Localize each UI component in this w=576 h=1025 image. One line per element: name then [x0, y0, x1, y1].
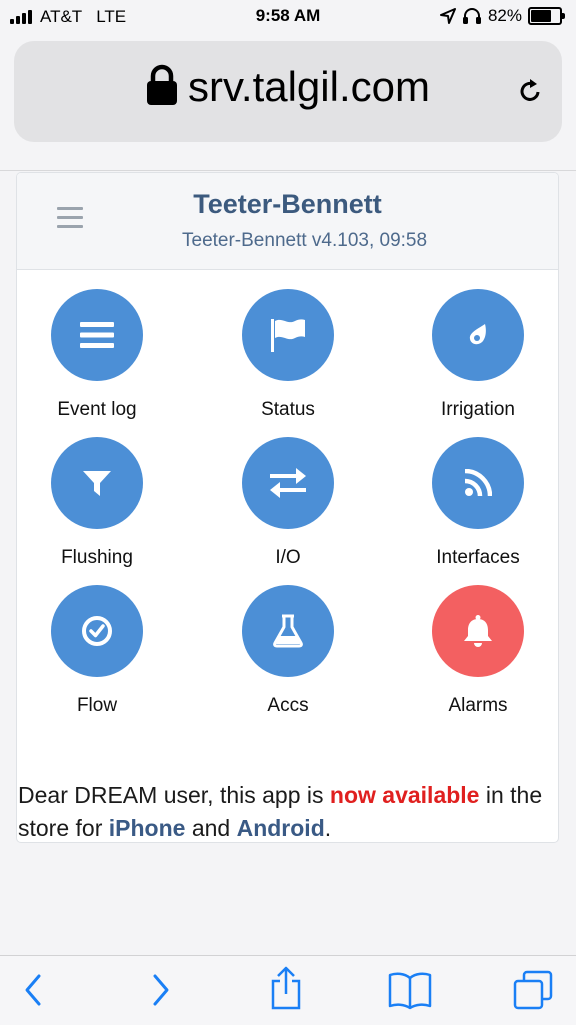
tile-accs[interactable]: Accs: [203, 585, 373, 717]
rss-icon: [464, 469, 492, 497]
card-header: Teeter-Bennett Teeter-Bennett v4.103, 09…: [17, 173, 558, 270]
alarms-button[interactable]: [432, 585, 524, 677]
reload-icon[interactable]: [516, 77, 544, 105]
notice-text: .: [324, 815, 332, 841]
address-bar[interactable]: srv.talgil.com: [14, 41, 562, 142]
bell-icon: [464, 615, 492, 647]
tile-irrigation[interactable]: Irrigation: [393, 289, 558, 421]
tile-label: Flow: [76, 695, 118, 716]
android-link[interactable]: Android: [237, 815, 325, 841]
tile-flow[interactable]: Flow: [17, 585, 182, 717]
io-button[interactable]: [242, 437, 334, 529]
back-icon[interactable]: [22, 972, 44, 1008]
tile-label: I/O: [275, 547, 301, 568]
tile-label: Accs: [267, 695, 309, 716]
lock-icon: [147, 64, 178, 105]
filter-icon: [83, 471, 111, 496]
tile-label: Interfaces: [436, 547, 520, 568]
tile-io[interactable]: I/O: [203, 437, 373, 569]
battery-percent: 82%: [487, 6, 522, 25]
exchange-icon: [270, 468, 306, 498]
tile-label: Irrigation: [441, 399, 515, 420]
headphones-icon: [462, 8, 481, 24]
status-bar: AT&T LTE 9:58 AM 82%: [0, 0, 576, 34]
tile-label: Flushing: [61, 547, 133, 568]
interfaces-button[interactable]: [432, 437, 524, 529]
tile-status[interactable]: Status: [203, 289, 373, 421]
divider: [0, 170, 576, 171]
forward-icon[interactable]: [150, 972, 172, 1008]
list-icon: [80, 322, 114, 348]
location-arrow-icon: [439, 8, 456, 24]
battery-icon: [528, 7, 565, 25]
flushing-button[interactable]: [51, 437, 143, 529]
clock-check-icon: [82, 616, 112, 646]
share-icon[interactable]: [270, 966, 302, 1010]
accs-button[interactable]: [242, 585, 334, 677]
drop-icon: [469, 324, 486, 345]
flag-icon: [271, 319, 305, 352]
tile-label: Event log: [57, 399, 137, 420]
event-log-button[interactable]: [51, 289, 143, 381]
url-text: srv.talgil.com: [188, 63, 430, 110]
tile-event-log[interactable]: Event log: [17, 289, 182, 421]
bookmarks-icon[interactable]: [388, 970, 432, 1010]
flow-button[interactable]: [51, 585, 143, 677]
flask-icon: [273, 614, 303, 648]
tabs-icon[interactable]: [512, 970, 554, 1010]
tile-label: Status: [261, 399, 315, 420]
tile-flushing[interactable]: Flushing: [17, 437, 182, 569]
page-title: Teeter-Bennett: [193, 189, 382, 219]
app-notice: Dear DREAM user, this app is now availab…: [18, 779, 548, 842]
tile-alarms[interactable]: Alarms: [393, 585, 558, 717]
status-button[interactable]: [242, 289, 334, 381]
notice-text: and: [185, 815, 237, 841]
browser-toolbar: [0, 955, 576, 1025]
irrigation-button[interactable]: [432, 289, 524, 381]
notice-text: Dear DREAM user, this app is: [18, 782, 330, 808]
iphone-link[interactable]: iPhone: [109, 815, 186, 841]
dashboard-card: Teeter-Bennett Teeter-Bennett v4.103, 09…: [16, 172, 559, 843]
tile-interfaces[interactable]: Interfaces: [393, 437, 558, 569]
notice-highlight: now available: [329, 782, 480, 808]
tile-label: Alarms: [448, 695, 508, 716]
page-subtitle: Teeter-Bennett v4.103, 09:58: [182, 230, 428, 251]
